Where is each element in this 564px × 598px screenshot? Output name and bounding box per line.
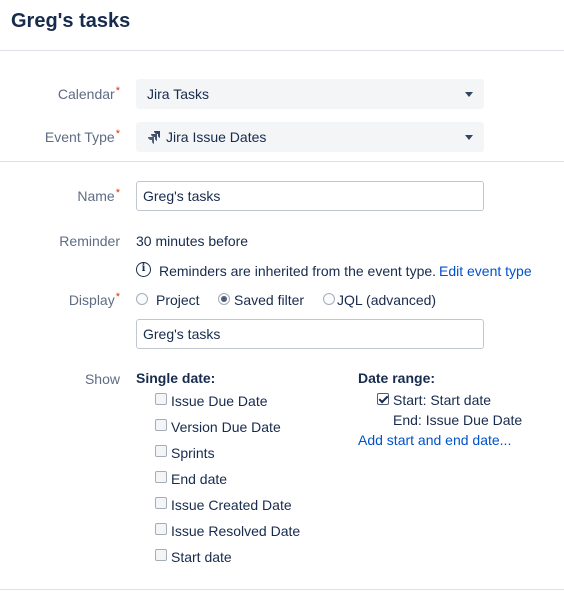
required-marker: * bbox=[115, 128, 120, 140]
checkbox-issue-resolved-date[interactable] bbox=[155, 523, 167, 535]
calendar-select-value: Jira Tasks bbox=[147, 86, 209, 102]
reminder-info-text: Reminders are inherited from the event t… bbox=[159, 263, 437, 279]
chevron-down-icon bbox=[465, 92, 473, 97]
checkbox-label: Issue Resolved Date bbox=[171, 523, 301, 539]
checkbox-start-date[interactable] bbox=[155, 549, 167, 561]
checkbox-date-range-start[interactable] bbox=[377, 393, 389, 405]
checkbox-label: Sprints bbox=[171, 445, 215, 461]
page-title: Greg's tasks bbox=[11, 10, 131, 32]
reminder-value: 30 minutes before bbox=[136, 233, 249, 249]
saved-filter-field-value: Greg's tasks bbox=[143, 326, 221, 342]
checkbox-label: Version Due Date bbox=[171, 419, 281, 435]
single-date-heading: Single date: bbox=[136, 370, 216, 386]
calendar-select[interactable]: Jira Tasks bbox=[136, 79, 484, 109]
display-option-project-label: Project bbox=[156, 292, 200, 308]
show-label: Show bbox=[84, 371, 120, 387]
display-radio-project[interactable] bbox=[136, 293, 148, 305]
date-range-heading: Date range: bbox=[358, 370, 436, 386]
checkbox-label: End date bbox=[171, 471, 228, 487]
required-marker: * bbox=[115, 291, 120, 303]
dialog-header: Greg's tasks bbox=[0, 0, 564, 51]
calendar-label: Calendar* bbox=[57, 85, 120, 102]
display-radio-saved-filter[interactable] bbox=[218, 293, 230, 305]
section-divider bbox=[0, 161, 564, 162]
checkbox-label: Issue Created Date bbox=[171, 497, 292, 513]
saved-filter-field[interactable]: Greg's tasks bbox=[136, 319, 484, 349]
info-icon: i bbox=[136, 262, 151, 277]
checkbox-issue-created-date[interactable] bbox=[155, 497, 167, 509]
display-option-jql-label: JQL (advanced) bbox=[337, 292, 437, 308]
display-option-saved-filter-label: Saved filter bbox=[234, 292, 305, 308]
checkbox-end-date[interactable] bbox=[155, 471, 167, 483]
footer-divider bbox=[0, 589, 564, 590]
checkbox-sprints[interactable] bbox=[155, 445, 167, 457]
jira-icon bbox=[148, 131, 160, 144]
reminder-label: Reminder bbox=[59, 233, 120, 249]
chevron-down-icon bbox=[465, 135, 473, 140]
event-type-select-value: Jira Issue Dates bbox=[166, 129, 267, 145]
date-range-start-label: Start: Start date bbox=[393, 392, 492, 408]
name-label: Name* bbox=[77, 187, 120, 204]
event-type-select[interactable]: Jira Issue Dates bbox=[136, 122, 484, 152]
checkbox-issue-due-date[interactable] bbox=[155, 393, 167, 405]
name-field-value: Greg's tasks bbox=[143, 188, 221, 204]
checkbox-label: Issue Due Date bbox=[171, 393, 268, 409]
name-field[interactable]: Greg's tasks bbox=[136, 181, 484, 211]
display-radio-jql[interactable] bbox=[323, 293, 335, 305]
checkbox-version-due-date[interactable] bbox=[155, 419, 167, 431]
checkbox-label: Start date bbox=[171, 549, 232, 565]
edit-event-type-link[interactable]: Edit event type bbox=[439, 263, 532, 279]
event-type-label: Event Type* bbox=[44, 128, 120, 145]
add-start-end-date-link[interactable]: Add start and end date... bbox=[358, 432, 511, 448]
date-range-end-label: End: Issue Due Date bbox=[393, 412, 523, 428]
required-marker: * bbox=[115, 187, 120, 199]
display-label: Display* bbox=[68, 291, 120, 308]
required-marker: * bbox=[115, 85, 120, 97]
